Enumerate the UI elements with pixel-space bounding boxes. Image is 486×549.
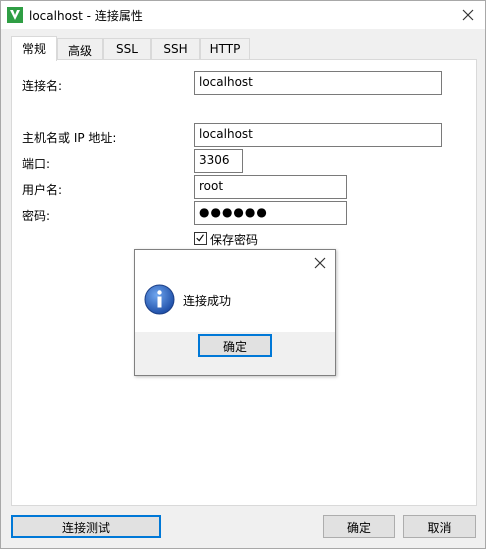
navicat-app-icon	[7, 7, 23, 23]
cancel-button[interactable]: 取消	[403, 515, 476, 538]
ok-button[interactable]: 确定	[323, 515, 395, 538]
tab-strip: 常规 高级 SSL SSH HTTP	[11, 36, 477, 61]
password-label: 密码:	[22, 209, 51, 223]
connection-properties-window: localhost - 连接属性 常规 高级 SSL SSH HTTP 连接名:…	[0, 0, 486, 549]
window-title: localhost - 连接属性	[29, 9, 143, 23]
tab-http[interactable]: HTTP	[200, 38, 250, 60]
close-icon[interactable]	[310, 254, 330, 272]
tab-general[interactable]: 常规	[11, 36, 57, 61]
message-ok-button[interactable]: 确定	[198, 334, 272, 357]
connection-name-label: 连接名:	[22, 79, 63, 93]
save-password-label: 保存密码	[210, 233, 259, 247]
message-text: 连接成功	[183, 294, 232, 308]
close-icon[interactable]	[457, 5, 479, 25]
connection-name-input[interactable]: localhost	[194, 71, 442, 95]
password-input[interactable]: ●●●●●●	[194, 201, 347, 225]
info-icon	[144, 284, 175, 315]
tab-ssh[interactable]: SSH	[151, 38, 200, 60]
test-connection-button[interactable]: 连接测试	[11, 515, 161, 538]
host-label: 主机名或 IP 地址:	[22, 131, 117, 145]
checkmark-icon	[196, 234, 204, 242]
port-label: 端口:	[22, 157, 51, 171]
host-input[interactable]: localhost	[194, 123, 442, 147]
user-input[interactable]: root	[194, 175, 347, 199]
save-password-checkbox[interactable]	[194, 232, 207, 245]
tab-ssl[interactable]: SSL	[103, 38, 151, 60]
message-box: 连接成功 确定	[134, 249, 336, 376]
user-label: 用户名:	[22, 183, 63, 197]
tab-advanced[interactable]: 高级	[57, 38, 103, 60]
message-box-content: 连接成功	[135, 250, 335, 332]
port-input[interactable]: 3306	[194, 149, 243, 173]
title-bar: localhost - 连接属性	[1, 1, 485, 29]
